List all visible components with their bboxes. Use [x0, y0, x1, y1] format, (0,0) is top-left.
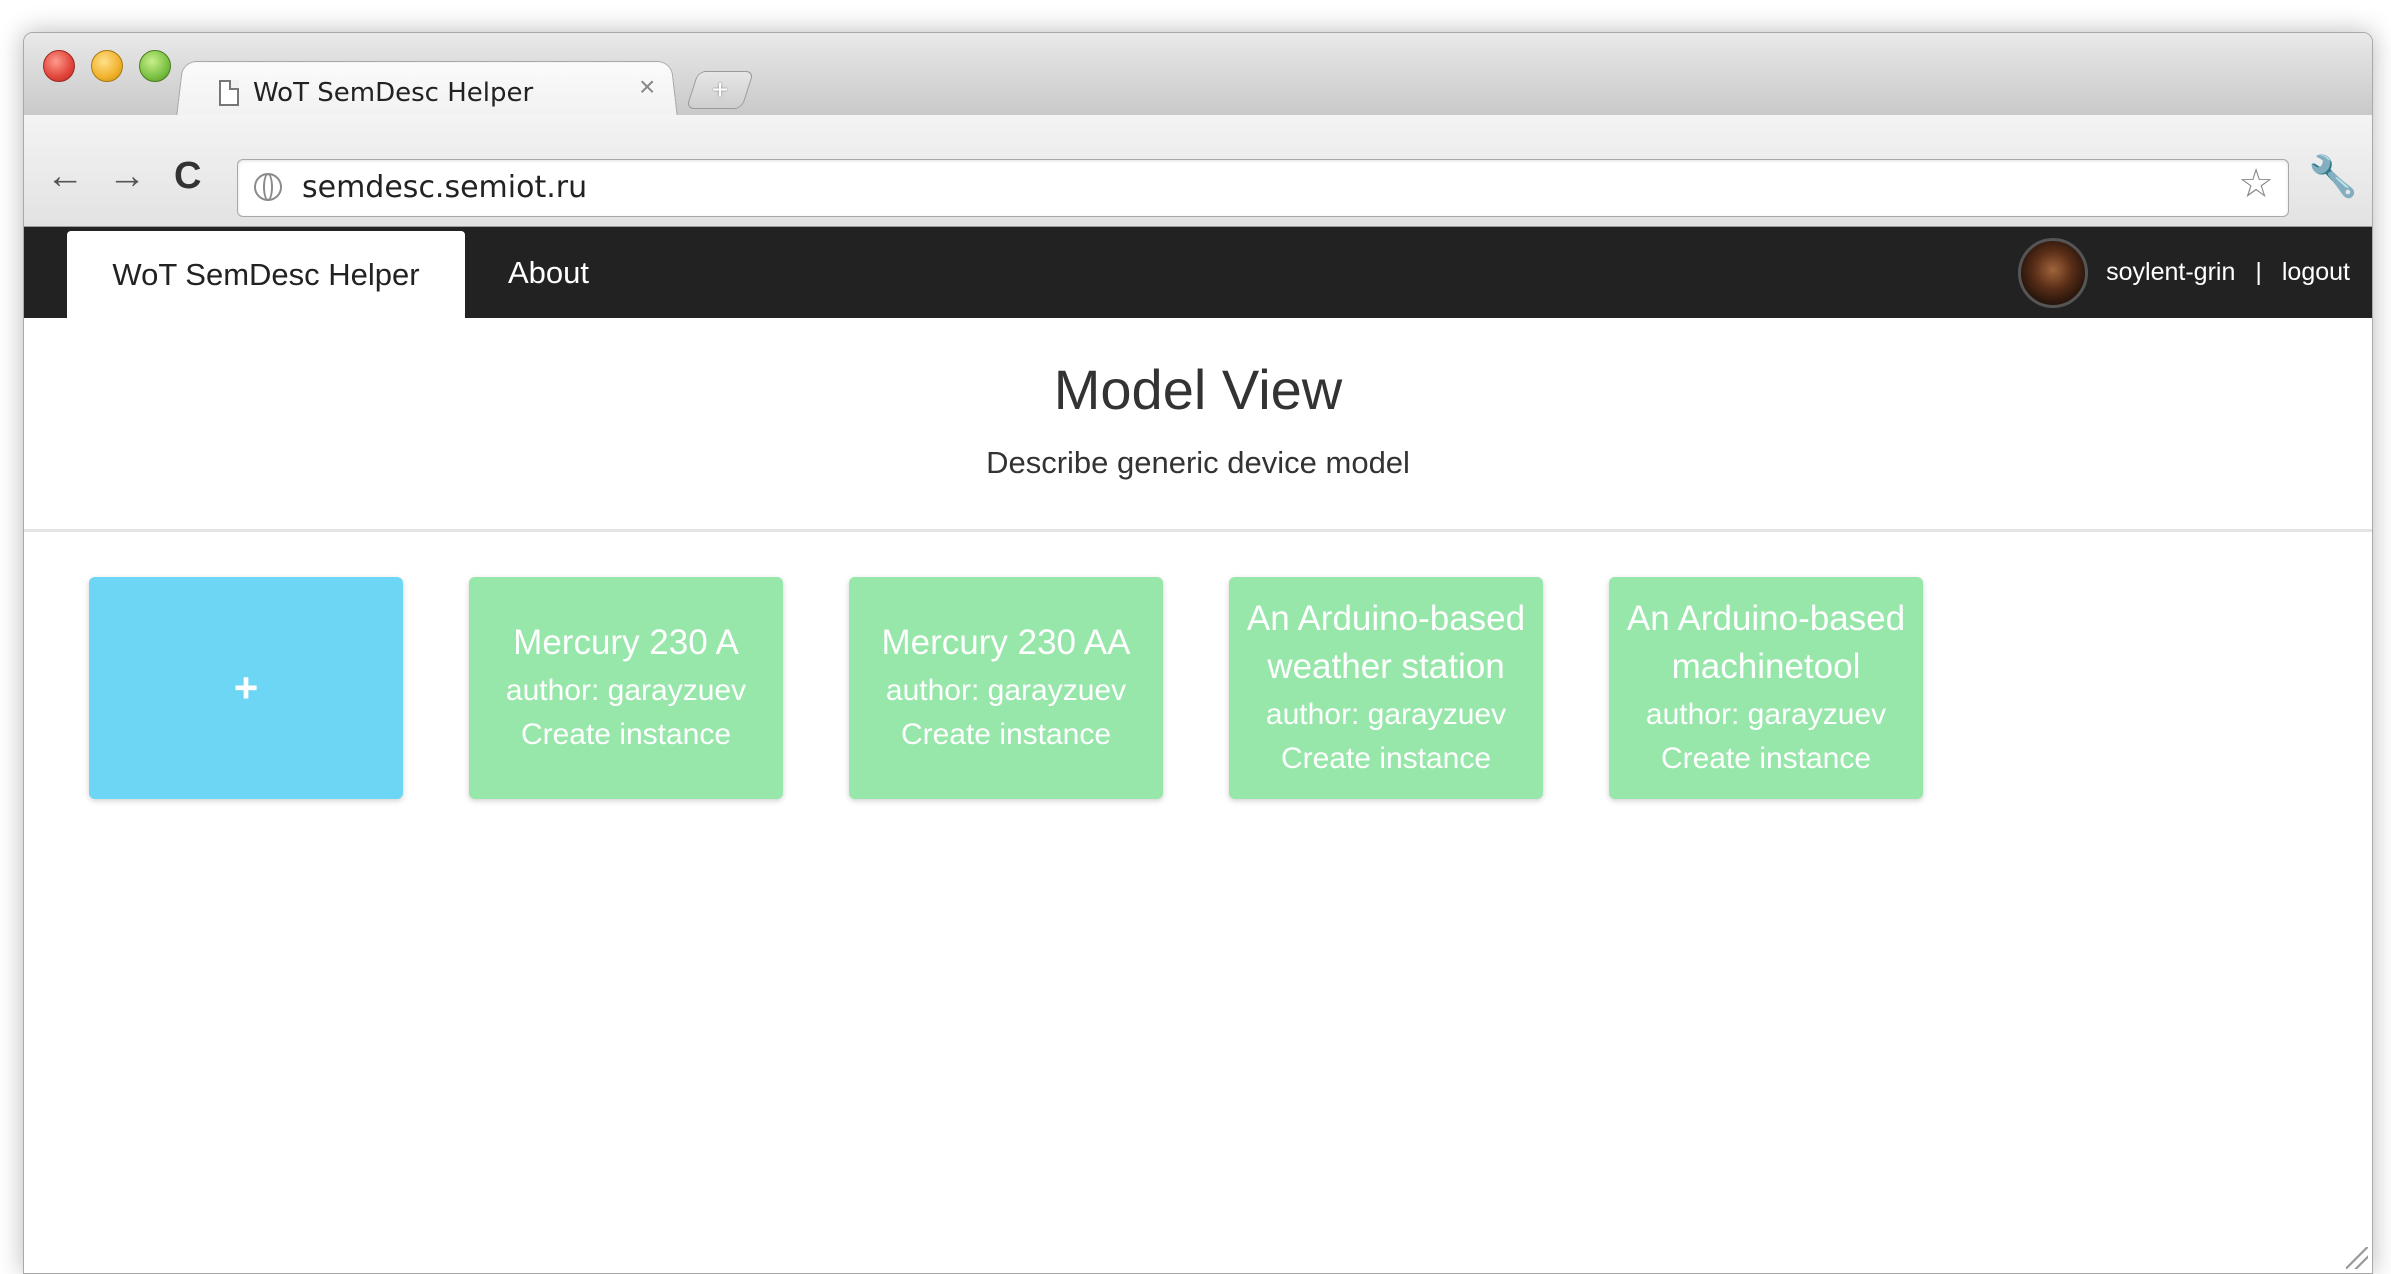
model-card[interactable]: Mercury 230 AA author: garayzuev Create … — [849, 577, 1163, 799]
model-author: author: garayzuev — [505, 674, 747, 707]
model-title: Mercury 230 A — [513, 623, 739, 662]
resize-grip[interactable] — [2346, 1247, 2368, 1269]
logout-link[interactable]: logout — [2282, 258, 2350, 287]
tab-title: WoT SemDesc Helper — [253, 78, 534, 108]
create-instance-link[interactable]: Create instance — [521, 713, 731, 757]
create-instance-link[interactable]: Create instance — [901, 713, 1111, 757]
address-bar[interactable]: semdesc.semiot.ru ☆ — [237, 159, 2289, 217]
forward-arrow-icon[interactable]: → — [108, 157, 146, 195]
model-author: author: garayzuev — [1645, 698, 1887, 731]
globe-icon — [254, 173, 282, 201]
model-card[interactable]: Mercury 230 A author: garayzuev Create i… — [469, 577, 783, 799]
bookmark-star-icon[interactable]: ☆ — [2238, 164, 2274, 204]
model-title: An Arduino-based machinetool — [1626, 599, 1906, 686]
tab-close-icon[interactable]: × — [639, 73, 655, 101]
plus-icon: + — [711, 74, 729, 105]
browser-toolbar: ← → C semdesc.semiot.ru ☆ 🔧 — [24, 115, 2372, 227]
web-page: WoT SemDesc Helper About soylent-grin | … — [24, 227, 2372, 1273]
new-tab-button[interactable]: + — [685, 71, 755, 109]
model-author: author: garayzuev — [1265, 698, 1507, 731]
reload-icon[interactable]: C — [174, 157, 201, 195]
nav-tab-home[interactable]: WoT SemDesc Helper — [67, 231, 465, 318]
add-model-button[interactable]: + — [89, 577, 403, 799]
user-menu: soylent-grin | logout — [2018, 227, 2350, 318]
site-navbar: WoT SemDesc Helper About soylent-grin | … — [24, 227, 2372, 318]
close-window-button[interactable] — [43, 50, 75, 82]
plus-icon: + — [233, 664, 259, 711]
model-card-list: + Mercury 230 A author: garayzuev Create… — [89, 577, 1989, 799]
model-title: Mercury 230 AA — [881, 623, 1131, 662]
browser-window: WoT SemDesc Helper × + ← → C semdesc.sem… — [23, 32, 2373, 1274]
back-arrow-icon[interactable]: ← — [46, 157, 84, 195]
wrench-icon[interactable]: 🔧 — [2308, 157, 2358, 197]
minimize-window-button[interactable] — [91, 50, 123, 82]
page-title: Model View — [1053, 358, 1343, 421]
model-author: author: garayzuev — [885, 674, 1127, 707]
tab-strip: WoT SemDesc Helper × + — [24, 33, 2372, 118]
model-card[interactable]: An Arduino-based weather station author:… — [1229, 577, 1543, 799]
page-subtitle: Describe generic device model — [986, 445, 1410, 480]
nav-link-about[interactable]: About — [508, 227, 589, 318]
browser-tab-content[interactable]: WoT SemDesc Helper — [219, 71, 533, 115]
model-title: An Arduino-based weather station — [1246, 599, 1526, 686]
create-instance-link[interactable]: Create instance — [1661, 737, 1871, 781]
model-card[interactable]: An Arduino-based machinetool author: gar… — [1609, 577, 1923, 799]
divider — [24, 529, 2372, 532]
user-separator: | — [2255, 258, 2262, 286]
create-instance-link[interactable]: Create instance — [1281, 737, 1491, 781]
username-link[interactable]: soylent-grin — [2106, 258, 2235, 287]
zoom-window-button[interactable] — [139, 50, 171, 82]
avatar[interactable] — [2018, 237, 2089, 308]
url-text[interactable]: semdesc.semiot.ru — [302, 170, 587, 205]
page-icon — [219, 80, 239, 106]
